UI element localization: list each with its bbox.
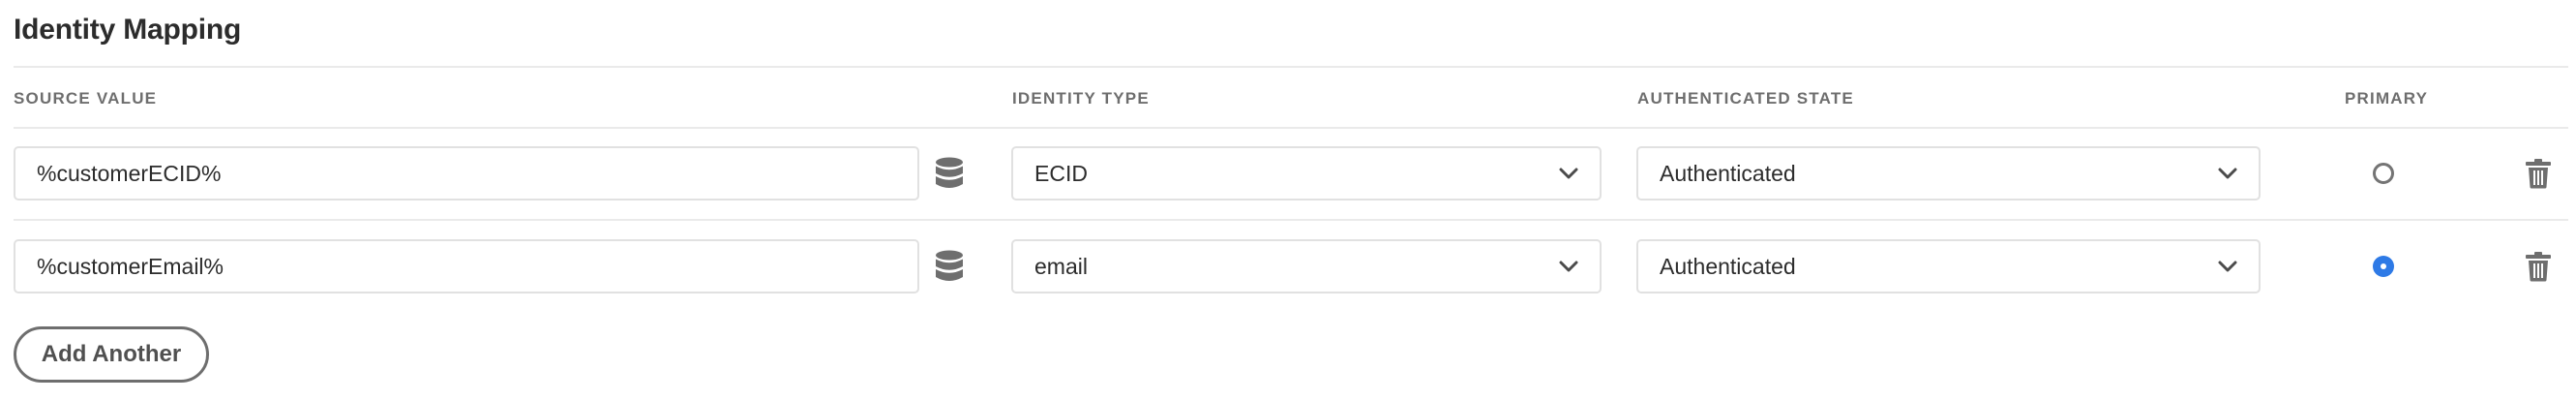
primary-radio-selected[interactable] [2373, 256, 2394, 277]
database-icon[interactable] [934, 250, 965, 283]
table-row: email Authenticated [0, 239, 2576, 293]
chevron-down-icon [2218, 168, 2237, 179]
primary-radio[interactable] [2373, 163, 2394, 184]
trash-icon[interactable] [2525, 158, 2552, 189]
add-another-button[interactable]: Add Another [14, 326, 209, 383]
authenticated-state-value: Authenticated [1660, 253, 1796, 279]
identity-type-picker[interactable]: email [1011, 239, 1602, 293]
chevron-down-icon [1559, 261, 1578, 272]
header-divider [14, 127, 2568, 129]
database-icon[interactable] [934, 157, 965, 190]
identity-type-value: email [1034, 253, 1088, 279]
row-divider [14, 219, 2568, 221]
source-value-input[interactable] [14, 146, 919, 200]
authenticated-state-picker[interactable]: Authenticated [1636, 239, 2261, 293]
authenticated-state-picker[interactable]: Authenticated [1636, 146, 2261, 200]
authenticated-state-value: Authenticated [1660, 160, 1796, 186]
chevron-down-icon [2218, 261, 2237, 272]
identity-type-value: ECID [1034, 160, 1088, 186]
identity-type-picker[interactable]: ECID [1011, 146, 1602, 200]
section-title: Identity Mapping [14, 14, 242, 46]
column-header-identity-type: IDENTITY TYPE [1012, 89, 1150, 108]
source-value-input[interactable] [14, 239, 919, 293]
chevron-down-icon [1559, 168, 1578, 179]
column-header-authenticated-state: AUTHENTICATED STATE [1637, 89, 1854, 108]
column-header-source-value: SOURCE VALUE [14, 89, 158, 108]
column-header-primary: PRIMARY [2345, 89, 2429, 108]
table-row: ECID Authenticated [0, 146, 2576, 200]
trash-icon[interactable] [2525, 251, 2552, 282]
title-divider [14, 66, 2568, 68]
